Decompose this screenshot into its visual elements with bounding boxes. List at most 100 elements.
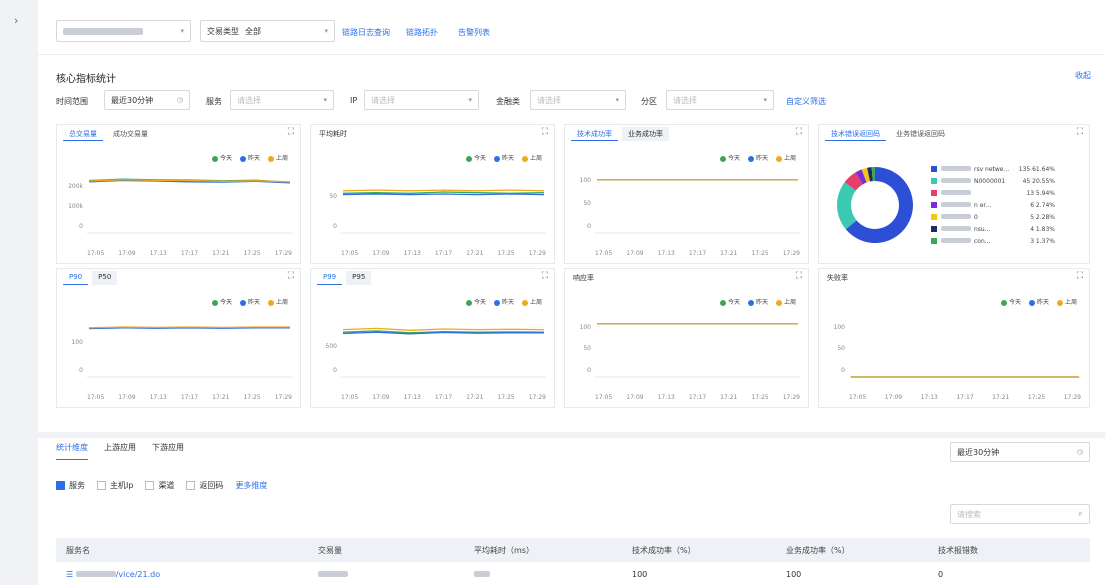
- tab-p90[interactable]: P90: [63, 271, 89, 285]
- ip-select[interactable]: 请选择 ▾: [364, 90, 479, 110]
- link-topology[interactable]: 链路拓扑: [406, 27, 438, 38]
- legend-last-week[interactable]: 上周: [267, 297, 288, 306]
- time-range-select[interactable]: 最近30分钟 ◷: [104, 90, 190, 110]
- y-tick: 100: [833, 324, 845, 331]
- search-input[interactable]: 请搜索 ⌕: [950, 504, 1090, 524]
- x-tick: 17:21: [466, 250, 484, 257]
- app-select[interactable]: ▾: [56, 20, 191, 42]
- collapse-button[interactable]: 收起: [1075, 70, 1091, 81]
- legend-today[interactable]: 今天: [1000, 297, 1021, 306]
- expand-icon[interactable]: ⛶: [796, 127, 802, 137]
- legend-label: 昨天: [247, 299, 260, 306]
- donut-legend-item[interactable]: rsv netwe... 135 61.64%: [931, 163, 1055, 175]
- legend-today[interactable]: 今天: [465, 297, 486, 306]
- checkbox-box[interactable]: [56, 481, 65, 490]
- expand-icon[interactable]: ⛶: [542, 127, 548, 137]
- tab-tech-success[interactable]: 技术成功率: [571, 127, 618, 141]
- checkbox-box[interactable]: [97, 481, 106, 490]
- col-avg-latency[interactable]: 平均耗时（ms）: [474, 545, 534, 556]
- tab-upstream-app[interactable]: 上游应用: [104, 442, 136, 460]
- more-dimensions-link[interactable]: 更多维度: [235, 480, 267, 491]
- tab-p50[interactable]: P50: [92, 271, 118, 285]
- legend-today[interactable]: 今天: [211, 153, 232, 162]
- dimension-checkbox[interactable]: 服务: [56, 480, 85, 491]
- donut-legend-item[interactable]: n er... 6 2.74%: [931, 199, 1055, 211]
- legend-last-week[interactable]: 上周: [775, 153, 796, 162]
- expand-icon[interactable]: ⛶: [288, 127, 294, 137]
- legend-dot: [239, 299, 246, 306]
- table-header: 服务名 交易量 平均耗时（ms） 技术成功率（%） 业务成功率（%） 技术报错数: [56, 538, 1090, 562]
- tab-p99[interactable]: P99: [317, 271, 343, 285]
- legend-yesterday[interactable]: 昨天: [239, 153, 260, 162]
- chevron-right-icon[interactable]: ›: [14, 14, 18, 27]
- legend-last-week[interactable]: 上周: [521, 153, 542, 162]
- tab-tech-error-codes[interactable]: 技术错误返回码: [825, 127, 886, 141]
- tab-success-volume[interactable]: 成功交易量: [107, 127, 154, 141]
- panel-response-rate: 响应率 ⛶ 今天 昨天 上周 100 50 0 17:05 17:09 17:13 17:…: [564, 268, 809, 408]
- col-tech-errors[interactable]: 技术报错数: [938, 545, 978, 556]
- legend-last-week[interactable]: 上周: [775, 297, 796, 306]
- dimension-checkbox[interactable]: 渠道: [145, 480, 174, 491]
- zone-select[interactable]: 请选择 ▾: [666, 90, 774, 110]
- col-biz-rate[interactable]: 业务成功率（%）: [786, 545, 850, 556]
- x-tick: 17:09: [884, 394, 903, 401]
- tab-biz-error-codes[interactable]: 业务错误返回码: [890, 127, 951, 141]
- donut-legend-item[interactable]: 13 5.94%: [931, 187, 1055, 199]
- donut-legend-item[interactable]: con... 3 1.37%: [931, 235, 1055, 247]
- link-alert-list[interactable]: 告警列表: [458, 27, 490, 38]
- expand-icon[interactable]: ⛶: [1077, 271, 1083, 281]
- tab-downstream-app[interactable]: 下游应用: [152, 442, 184, 460]
- legend-today[interactable]: 今天: [465, 153, 486, 162]
- legend-yesterday[interactable]: 昨天: [493, 153, 514, 162]
- donut-legend-item[interactable]: nsu... 4 1.83%: [931, 223, 1055, 235]
- legend-last-week[interactable]: 上周: [521, 297, 542, 306]
- table-row[interactable]: ☰ /vice/21.do 100 100 0: [56, 563, 1090, 585]
- table-time-select[interactable]: 最近30分钟 ◷: [950, 442, 1090, 462]
- legend-last-week[interactable]: 上周: [267, 153, 288, 162]
- service-select[interactable]: 请选择 ▾: [230, 90, 334, 110]
- legend-today[interactable]: 今天: [211, 297, 232, 306]
- expand-icon[interactable]: ⛶: [796, 271, 802, 281]
- tx-type-select[interactable]: 交易类型 全部 ▾: [200, 20, 335, 42]
- series-line-yesterday: [88, 327, 290, 330]
- x-tick: 17:09: [372, 250, 390, 257]
- donut-legend-item[interactable]: 0 5 2.28%: [931, 211, 1055, 223]
- donut-slice[interactable]: [837, 182, 857, 230]
- tab-stat-dimension[interactable]: 统计维度: [56, 442, 88, 460]
- link-trace-log[interactable]: 链路日志查询: [342, 27, 390, 38]
- legend-dot: [747, 299, 754, 306]
- tab-biz-success[interactable]: 业务成功率: [622, 127, 669, 141]
- donut-legend-item[interactable]: N0000001 45 20.55%: [931, 175, 1055, 187]
- custom-filter-link[interactable]: 自定义筛选: [786, 96, 826, 107]
- legend-today[interactable]: 今天: [719, 153, 740, 162]
- tab-p95[interactable]: P95: [346, 271, 372, 285]
- col-tech-rate[interactable]: 技术成功率（%）: [632, 545, 696, 556]
- col-volume[interactable]: 交易量: [318, 545, 342, 556]
- legend-yesterday[interactable]: 昨天: [493, 297, 514, 306]
- service-name-link[interactable]: ☰ /vice/21.do: [66, 570, 160, 579]
- fin-select[interactable]: 请选择 ▾: [530, 90, 626, 110]
- dimension-checkbox[interactable]: 返回码: [186, 480, 223, 491]
- legend-yesterday[interactable]: 昨天: [747, 153, 768, 162]
- checkbox-box[interactable]: [145, 481, 155, 490]
- legend-label: 昨天: [501, 155, 514, 162]
- legend-name: [941, 189, 1009, 197]
- expand-icon[interactable]: ⛶: [288, 271, 294, 281]
- legend-today[interactable]: 今天: [719, 297, 740, 306]
- legend-last-week[interactable]: 上周: [1056, 297, 1077, 306]
- checkbox-box[interactable]: [186, 481, 196, 490]
- chart-legend: 今天 昨天 上周: [458, 297, 542, 306]
- col-service[interactable]: 服务名: [66, 545, 90, 556]
- x-tick: 17:13: [657, 394, 675, 401]
- panel-volume: 总交易量 成功交易量 ⛶ 今天 昨天 上周 200k 100k 0 17:05 17:…: [56, 124, 301, 264]
- legend-yesterday[interactable]: 昨天: [747, 297, 768, 306]
- series-line-today: [342, 191, 545, 194]
- legend-yesterday[interactable]: 昨天: [239, 297, 260, 306]
- failure-line-chart: [849, 376, 1081, 378]
- dimension-checkbox[interactable]: 主机Ip: [97, 480, 133, 491]
- chart-legend: 今天 昨天 上周: [712, 153, 796, 162]
- expand-icon[interactable]: ⛶: [542, 271, 548, 281]
- legend-yesterday[interactable]: 昨天: [1028, 297, 1049, 306]
- tab-total-volume[interactable]: 总交易量: [63, 127, 103, 141]
- expand-icon[interactable]: ⛶: [1077, 127, 1083, 137]
